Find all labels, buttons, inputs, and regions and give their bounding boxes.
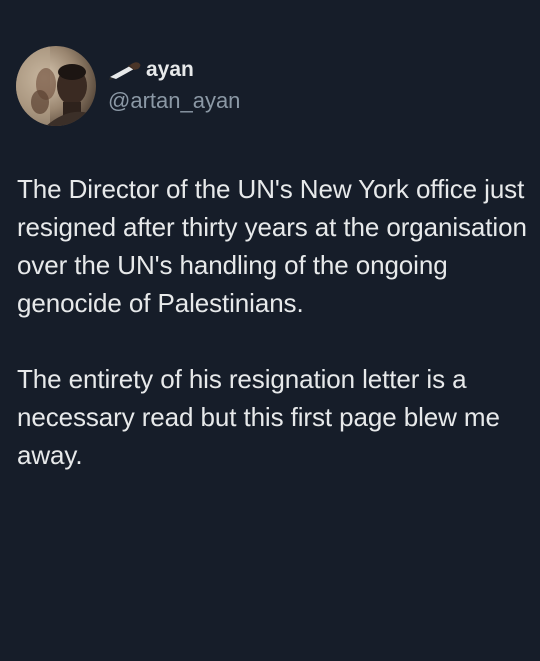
tweet-paragraph-2: The entirety of his resignation letter i… [17, 364, 500, 470]
avatar-photo [16, 46, 96, 126]
display-name-text: ayan [146, 58, 194, 81]
author-names: ayan @artan_ayan [108, 56, 240, 116]
writing-hand-emoji-icon [108, 60, 144, 80]
avatar[interactable] [16, 46, 96, 126]
tweet-author-row: ayan @artan_ayan [16, 46, 240, 126]
tweet-text: The Director of the UN's New York office… [17, 170, 527, 474]
display-name[interactable]: ayan [108, 56, 240, 84]
tweet-card: ayan @artan_ayan The Director of the UN'… [0, 0, 540, 661]
user-handle[interactable]: @artan_ayan [108, 86, 240, 116]
tweet-paragraph-1: The Director of the UN's New York office… [17, 174, 527, 318]
